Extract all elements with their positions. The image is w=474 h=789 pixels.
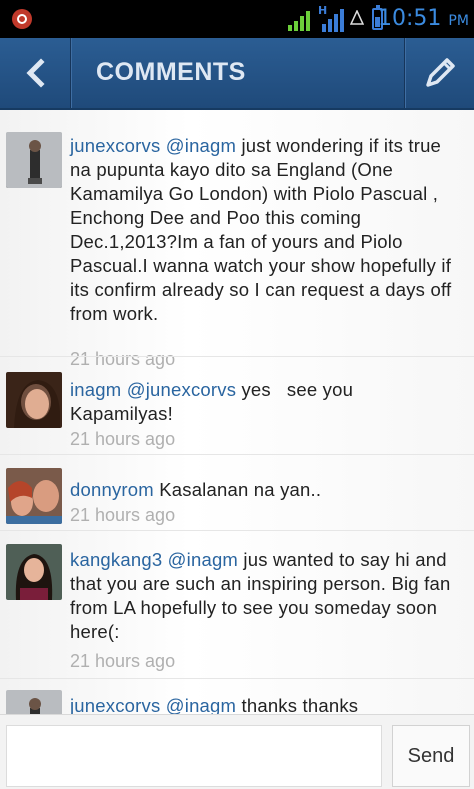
avatar-image <box>6 544 62 600</box>
comment-input[interactable] <box>6 725 382 787</box>
comment-mention[interactable]: @inagm <box>168 549 238 570</box>
comment-timestamp: 21 hours ago <box>70 651 176 671</box>
comment-composer: Send <box>0 714 474 789</box>
comment-username[interactable]: junexcorvs <box>70 695 160 714</box>
comment-timestamp: 21 hours ago <box>70 349 176 369</box>
comment-mention[interactable]: @junexcorvs <box>127 379 236 400</box>
divider <box>0 356 474 357</box>
comment-timestamp: 21 hours ago <box>70 505 176 525</box>
back-button[interactable] <box>0 38 70 108</box>
comment-body: Kasalanan na yan.. <box>159 479 322 500</box>
avatar-image <box>6 132 62 188</box>
comment-text: junexcorvs @inagm thanks thanks <box>70 694 456 714</box>
chevron-left-icon <box>26 58 45 88</box>
divider <box>70 38 71 108</box>
comment-timestamp: 21 hours ago <box>70 429 176 449</box>
comments-list[interactable]: junexcorvs @inagm just wondering if its … <box>0 110 474 714</box>
app-bar: COMMENTS <box>0 38 474 110</box>
comment-mention[interactable]: @inagm <box>166 135 236 156</box>
comment-username[interactable]: inagm <box>70 379 121 400</box>
avatar[interactable] <box>6 690 62 714</box>
comment-username[interactable]: kangkang3 <box>70 549 162 570</box>
app-notification-icon <box>12 9 32 29</box>
pencil-icon <box>426 58 455 87</box>
comment-username[interactable]: donnyrom <box>70 479 154 500</box>
clock: 10:51 PM <box>378 6 469 31</box>
status-bar: H 10:51 PM <box>0 0 474 38</box>
comment-text: inagm @junexcorvs yes see you Kapamilyas… <box>70 378 456 426</box>
avatar[interactable] <box>6 132 62 188</box>
clock-ampm: PM <box>448 13 469 29</box>
edit-button[interactable] <box>406 38 474 108</box>
divider <box>404 38 405 108</box>
avatar-image <box>6 468 62 524</box>
comment-mention[interactable]: @inagm <box>166 695 236 714</box>
avatar[interactable] <box>6 372 62 428</box>
cell-signal-icon <box>318 6 346 32</box>
avatar[interactable] <box>6 468 62 524</box>
avatar[interactable] <box>6 544 62 600</box>
page-title: COMMENTS <box>96 58 246 86</box>
divider <box>0 678 474 679</box>
alarm-icon <box>350 10 364 25</box>
comment-text: junexcorvs @inagm just wondering if its … <box>70 134 456 326</box>
comment-text: donnyrom Kasalanan na yan.. <box>70 478 456 502</box>
comment-body: just wondering if its true na pupunta ka… <box>70 135 452 324</box>
comment-text: kangkang3 @inagm jus wanted to say hi an… <box>70 548 456 644</box>
clock-time: 10:51 <box>378 6 442 31</box>
comment-body: thanks thanks <box>241 695 359 714</box>
avatar-image <box>6 372 62 428</box>
comment-username[interactable]: junexcorvs <box>70 135 160 156</box>
divider <box>0 454 474 455</box>
send-button[interactable]: Send <box>392 725 470 787</box>
wifi-signal-icon <box>288 9 314 31</box>
avatar-image <box>6 690 62 714</box>
divider <box>0 530 474 531</box>
